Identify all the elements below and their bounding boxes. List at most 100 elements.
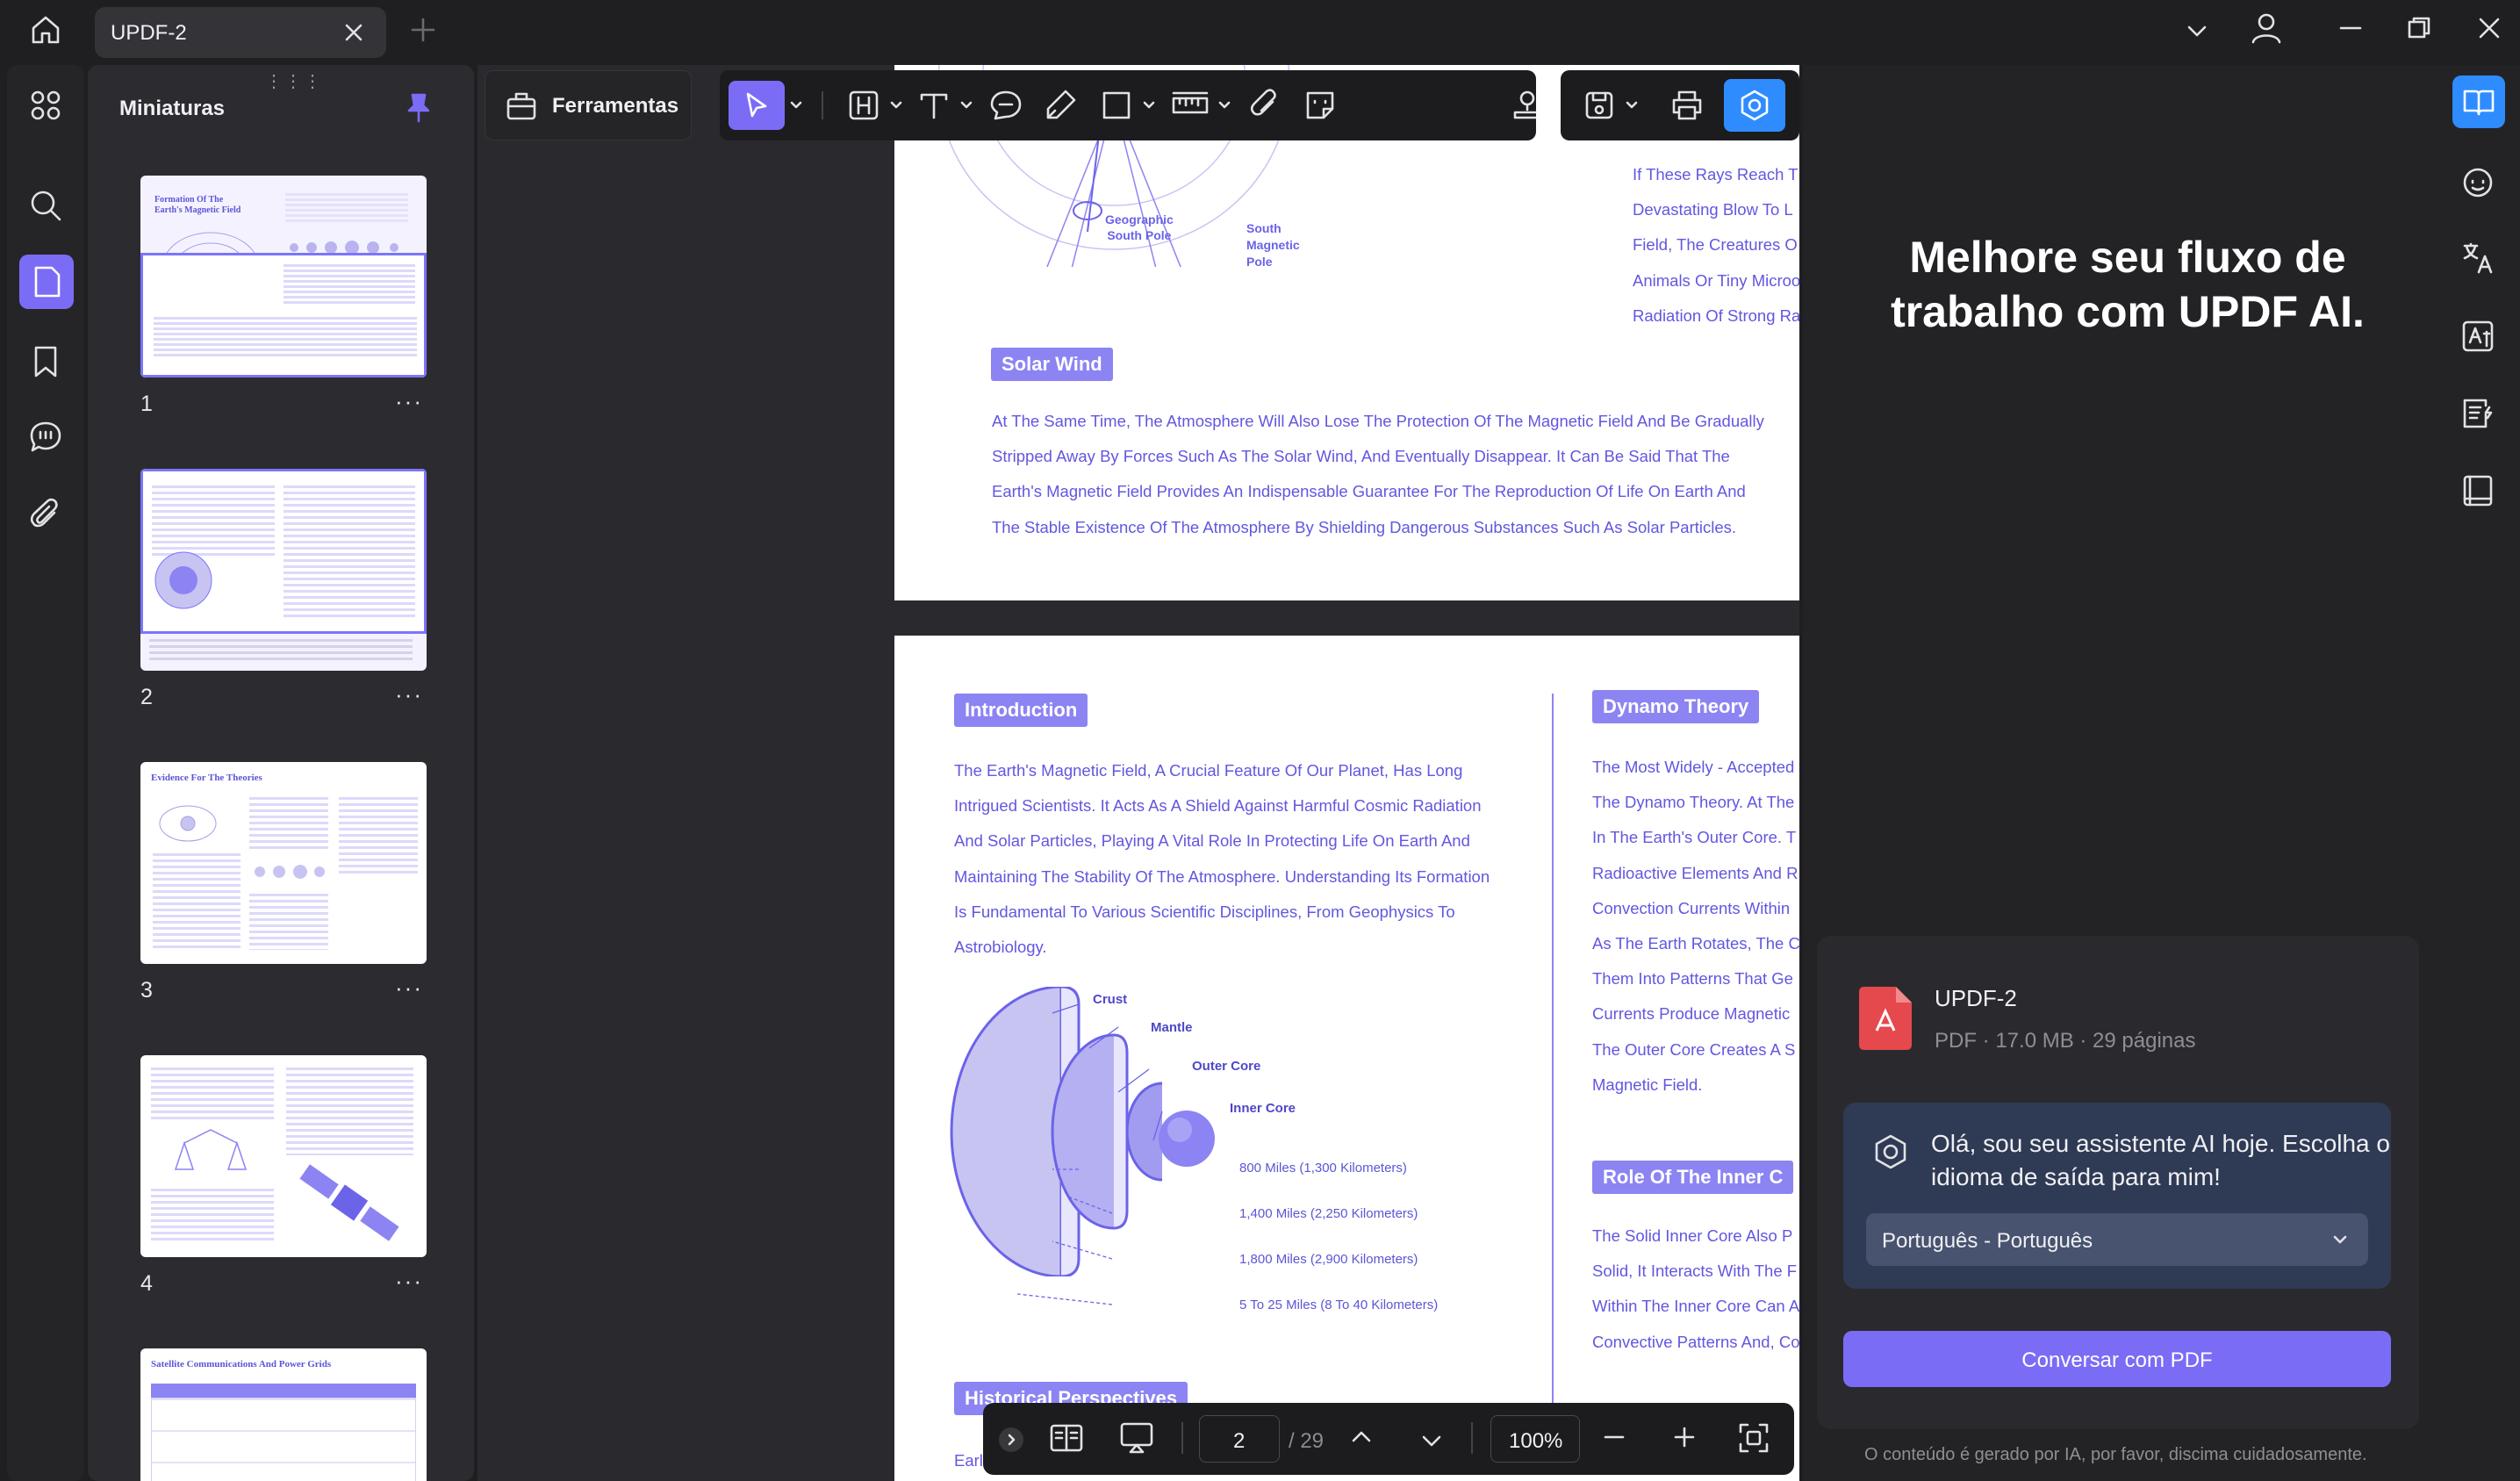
- depth-label: 1,800 Miles (2,900 Kilometers): [1239, 1252, 1418, 1267]
- comment-icon[interactable]: [28, 420, 63, 455]
- tools-button[interactable]: Ferramentas: [485, 70, 692, 140]
- attachment-icon[interactable]: [28, 497, 63, 532]
- file-meta: PDF · 17.0 MB · 29 páginas: [1935, 1029, 2196, 1053]
- ai-assistant-icon: [1871, 1132, 1910, 1171]
- pen-tool-icon[interactable]: [1043, 88, 1078, 123]
- save-icon[interactable]: [1582, 88, 1617, 123]
- column-divider: [1552, 694, 1554, 1405]
- tools-label: Ferramentas: [552, 94, 679, 118]
- chevron-down-icon[interactable]: [1217, 97, 1232, 112]
- shape-tool-icon[interactable]: [1099, 88, 1134, 123]
- page-number: 3: [140, 978, 153, 1003]
- page-number-input[interactable]: 2: [1199, 1415, 1280, 1463]
- assistant-text: Olá, sou seu assistente AI hoje. Escolha…: [1931, 1130, 2390, 1190]
- new-tab-icon[interactable]: [409, 16, 437, 44]
- right-column-text: If These Rays Reach T Devastating Blow T…: [1633, 165, 1799, 325]
- zoom-level: 100%: [1509, 1429, 1563, 1453]
- page-navigation-bar: 2 / 29 100%: [983, 1403, 1794, 1475]
- presentation-icon[interactable]: [1118, 1420, 1155, 1456]
- earth-layers-mini: [154, 551, 212, 609]
- page-thumbnail-2[interactable]: [140, 469, 427, 671]
- fit-page-icon[interactable]: [1736, 1420, 1771, 1456]
- depth-label: 800 Miles (1,300 Kilometers): [1239, 1161, 1407, 1175]
- dynamo-theory-text: The Most Widely - Accepted The Dynamo Th…: [1592, 758, 1799, 1094]
- page-total: / 29: [1289, 1429, 1325, 1453]
- ruler-tool-icon[interactable]: [1171, 88, 1210, 123]
- previous-page-icon[interactable]: [1346, 1422, 1376, 1452]
- search-icon[interactable]: [28, 188, 63, 223]
- highlight-tool-icon[interactable]: [846, 88, 881, 123]
- dynamo-theory-heading: Dynamo Theory: [1592, 690, 1760, 723]
- reading-mode-icon[interactable]: [1048, 1420, 1085, 1456]
- apps-icon[interactable]: [28, 88, 63, 123]
- page-thumbnail-4[interactable]: [140, 1055, 427, 1257]
- page-thumbnail-1[interactable]: Formation Of The Earth's Magnetic Field: [140, 176, 427, 377]
- ai-headline: Melhore seu fluxo de trabalho com UPDF A…: [1803, 230, 2452, 339]
- ai-disclaimer: O conteúdo é gerado por IA, por favor, d…: [1864, 1445, 2367, 1464]
- pin-icon[interactable]: [404, 91, 434, 125]
- summarize-icon[interactable]: [2459, 395, 2496, 432]
- close-tab-icon[interactable]: [341, 19, 367, 46]
- account-icon[interactable]: [2249, 11, 2284, 46]
- text-tool-icon[interactable]: [916, 88, 951, 123]
- toolbox-icon: [505, 89, 538, 122]
- restore-icon[interactable]: [2403, 12, 2435, 44]
- language-select[interactable]: Português - Português: [1866, 1213, 2368, 1266]
- chat-button-label: Conversar com PDF: [2021, 1348, 2213, 1372]
- zoom-out-icon[interactable]: [1599, 1422, 1629, 1452]
- page-thumbnail-3[interactable]: Evidence For The Theories: [140, 762, 427, 964]
- chevron-down-icon[interactable]: [2182, 16, 2212, 46]
- select-tool-button[interactable]: [729, 81, 785, 130]
- ai-chat-bot-icon[interactable]: [2459, 163, 2496, 200]
- page-more-button[interactable]: ···: [395, 388, 423, 415]
- zoom-level-input[interactable]: 100%: [1490, 1415, 1580, 1463]
- document-tab[interactable]: UPDF-2: [95, 7, 386, 58]
- attach-tool-icon[interactable]: [1246, 88, 1282, 123]
- stamp-tool-icon[interactable]: [1510, 88, 1536, 123]
- historical-text: Earl: [954, 1451, 983, 1470]
- inner-core-text: The Solid Inner Core Also P Solid, It In…: [1592, 1226, 1799, 1351]
- ai-assistant-button[interactable]: [1724, 79, 1785, 132]
- reader-icon[interactable]: [2459, 472, 2496, 509]
- thumbnails-button[interactable]: [19, 255, 74, 309]
- print-icon[interactable]: [1669, 88, 1705, 123]
- bookmark-icon[interactable]: [28, 344, 63, 379]
- chevron-down-icon[interactable]: [788, 97, 804, 112]
- page-more-button[interactable]: ···: [395, 974, 423, 1002]
- file-name: UPDF-2: [1935, 985, 2017, 1011]
- close-window-icon[interactable]: [2473, 12, 2505, 44]
- ai-chat-tab[interactable]: [2452, 75, 2505, 128]
- chat-with-pdf-button[interactable]: Conversar com PDF: [1843, 1331, 2391, 1387]
- label-south-magnetic-pole: South Magnetic Pole: [1246, 221, 1300, 269]
- expand-button[interactable]: [999, 1427, 1023, 1452]
- thumb-heading: Satellite Communications And Power Grids: [151, 1359, 332, 1370]
- thumbnail-panel: ⋮⋮⋮ Miniaturas Formation Of The Earth's …: [88, 65, 474, 1481]
- ai-headline-line-1: Melhore seu fluxo de: [1909, 233, 2346, 282]
- minimize-icon[interactable]: [2335, 12, 2366, 44]
- annotation-toolbar: [720, 70, 1536, 140]
- comment-tool-icon[interactable]: [988, 88, 1023, 123]
- panel-drag-handle[interactable]: ⋮⋮⋮: [265, 70, 323, 92]
- selection-box: [140, 253, 427, 377]
- book-ai-icon: [2461, 86, 2496, 118]
- page-more-button[interactable]: ···: [395, 1268, 423, 1295]
- current-page: 2: [1233, 1429, 1246, 1453]
- translate-icon[interactable]: [2459, 241, 2496, 277]
- page-more-button[interactable]: ···: [395, 681, 423, 708]
- antenna-diagram: [174, 1129, 248, 1170]
- chevron-down-icon[interactable]: [888, 97, 904, 112]
- zoom-in-icon[interactable]: [1669, 1422, 1699, 1452]
- translate-document-icon[interactable]: [2459, 318, 2496, 355]
- sticker-tool-icon[interactable]: [1303, 88, 1338, 123]
- chevron-down-icon[interactable]: [1141, 97, 1157, 112]
- chevron-down-icon[interactable]: [958, 97, 974, 112]
- page-number: 4: [140, 1271, 153, 1296]
- page-thumbnail-5[interactable]: Satellite Communications And Power Grids: [140, 1348, 427, 1481]
- home-icon[interactable]: [28, 12, 63, 47]
- ai-headline-line-2: trabalho com UPDF AI.: [1891, 287, 2365, 336]
- page-number: 2: [140, 685, 153, 709]
- chevron-down-icon[interactable]: [1624, 97, 1640, 112]
- next-page-icon[interactable]: [1417, 1426, 1447, 1456]
- layer-label-mantle: Mantle: [1151, 1020, 1193, 1035]
- thumb-heading: Evidence For The Theories: [151, 773, 262, 783]
